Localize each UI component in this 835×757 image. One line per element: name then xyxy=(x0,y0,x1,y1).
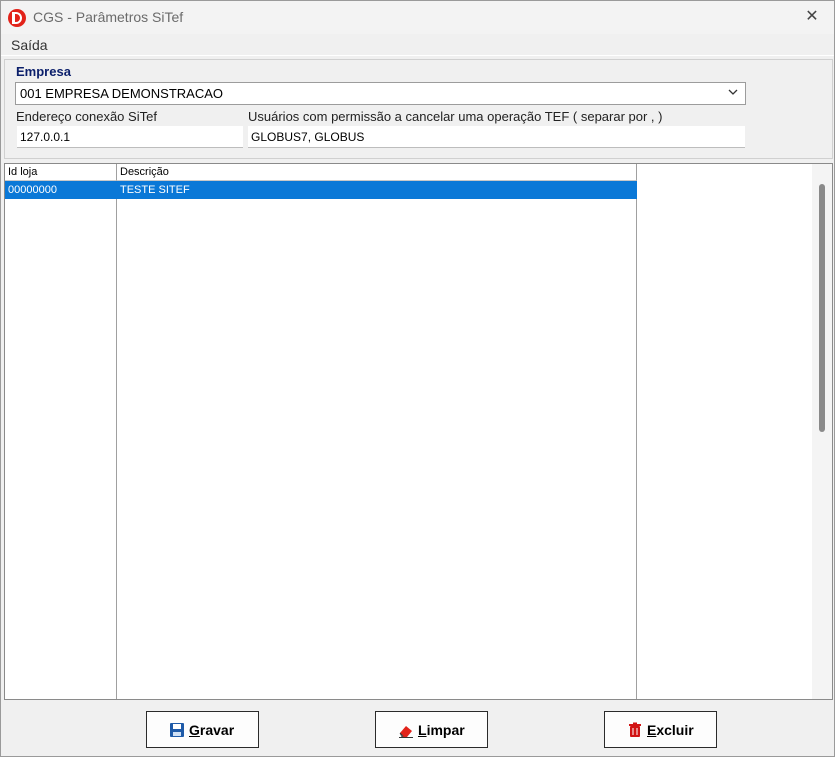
gravar-button[interactable]: Gravar xyxy=(146,711,259,748)
empresa-select[interactable]: 001 EMPRESA DEMONSTRACAO xyxy=(15,82,746,105)
endereco-input[interactable]: 127.0.0.1 xyxy=(17,126,243,148)
excluir-button[interactable]: Excluir xyxy=(604,711,717,748)
empresa-label: Empresa xyxy=(16,64,71,79)
table-row[interactable]: 00000000 TESTE SITEF xyxy=(5,181,637,199)
menu-bar: Saída xyxy=(1,34,834,56)
dialog-window: CGS - Parâmetros SiTef ✕ Saída Empresa 0… xyxy=(0,0,835,757)
endereco-label: Endereço conexão SiTef xyxy=(16,109,157,124)
empresa-value: 001 EMPRESA DEMONSTRACAO xyxy=(20,86,223,101)
chevron-down-icon[interactable] xyxy=(727,86,739,101)
floppy-disk-icon xyxy=(169,722,185,738)
cell-id-loja: 00000000 xyxy=(8,184,57,196)
usuarios-input[interactable]: GLOBUS7, GLOBUS xyxy=(248,126,745,148)
scrollbar-thumb[interactable] xyxy=(819,184,825,432)
column-divider xyxy=(636,181,637,699)
close-icon[interactable]: ✕ xyxy=(790,1,834,33)
column-header-descricao[interactable]: Descrição xyxy=(117,164,637,181)
cell-descricao: TESTE SITEF xyxy=(120,184,190,196)
excluir-label: Excluir xyxy=(647,722,694,738)
trash-icon xyxy=(627,722,643,738)
column-divider xyxy=(116,181,117,699)
eraser-icon xyxy=(398,722,414,738)
menu-item-saida[interactable]: Saída xyxy=(11,37,48,53)
limpar-button[interactable]: Limpar xyxy=(375,711,488,748)
column-header-id-loja[interactable]: Id loja xyxy=(5,164,117,181)
lojas-grid[interactable]: Id loja Descrição 00000000 TESTE SITEF xyxy=(4,163,833,700)
gravar-label: Gravar xyxy=(189,722,235,738)
vertical-scrollbar[interactable] xyxy=(812,164,832,699)
parameters-panel: Empresa 001 EMPRESA DEMONSTRACAO Endereç… xyxy=(4,59,833,159)
usuarios-label: Usuários com permissão a cancelar uma op… xyxy=(248,109,663,124)
window-title: CGS - Parâmetros SiTef xyxy=(33,9,184,25)
limpar-label: Limpar xyxy=(418,722,465,738)
title-bar: CGS - Parâmetros SiTef ✕ xyxy=(1,1,834,34)
app-logo-icon xyxy=(8,9,26,27)
